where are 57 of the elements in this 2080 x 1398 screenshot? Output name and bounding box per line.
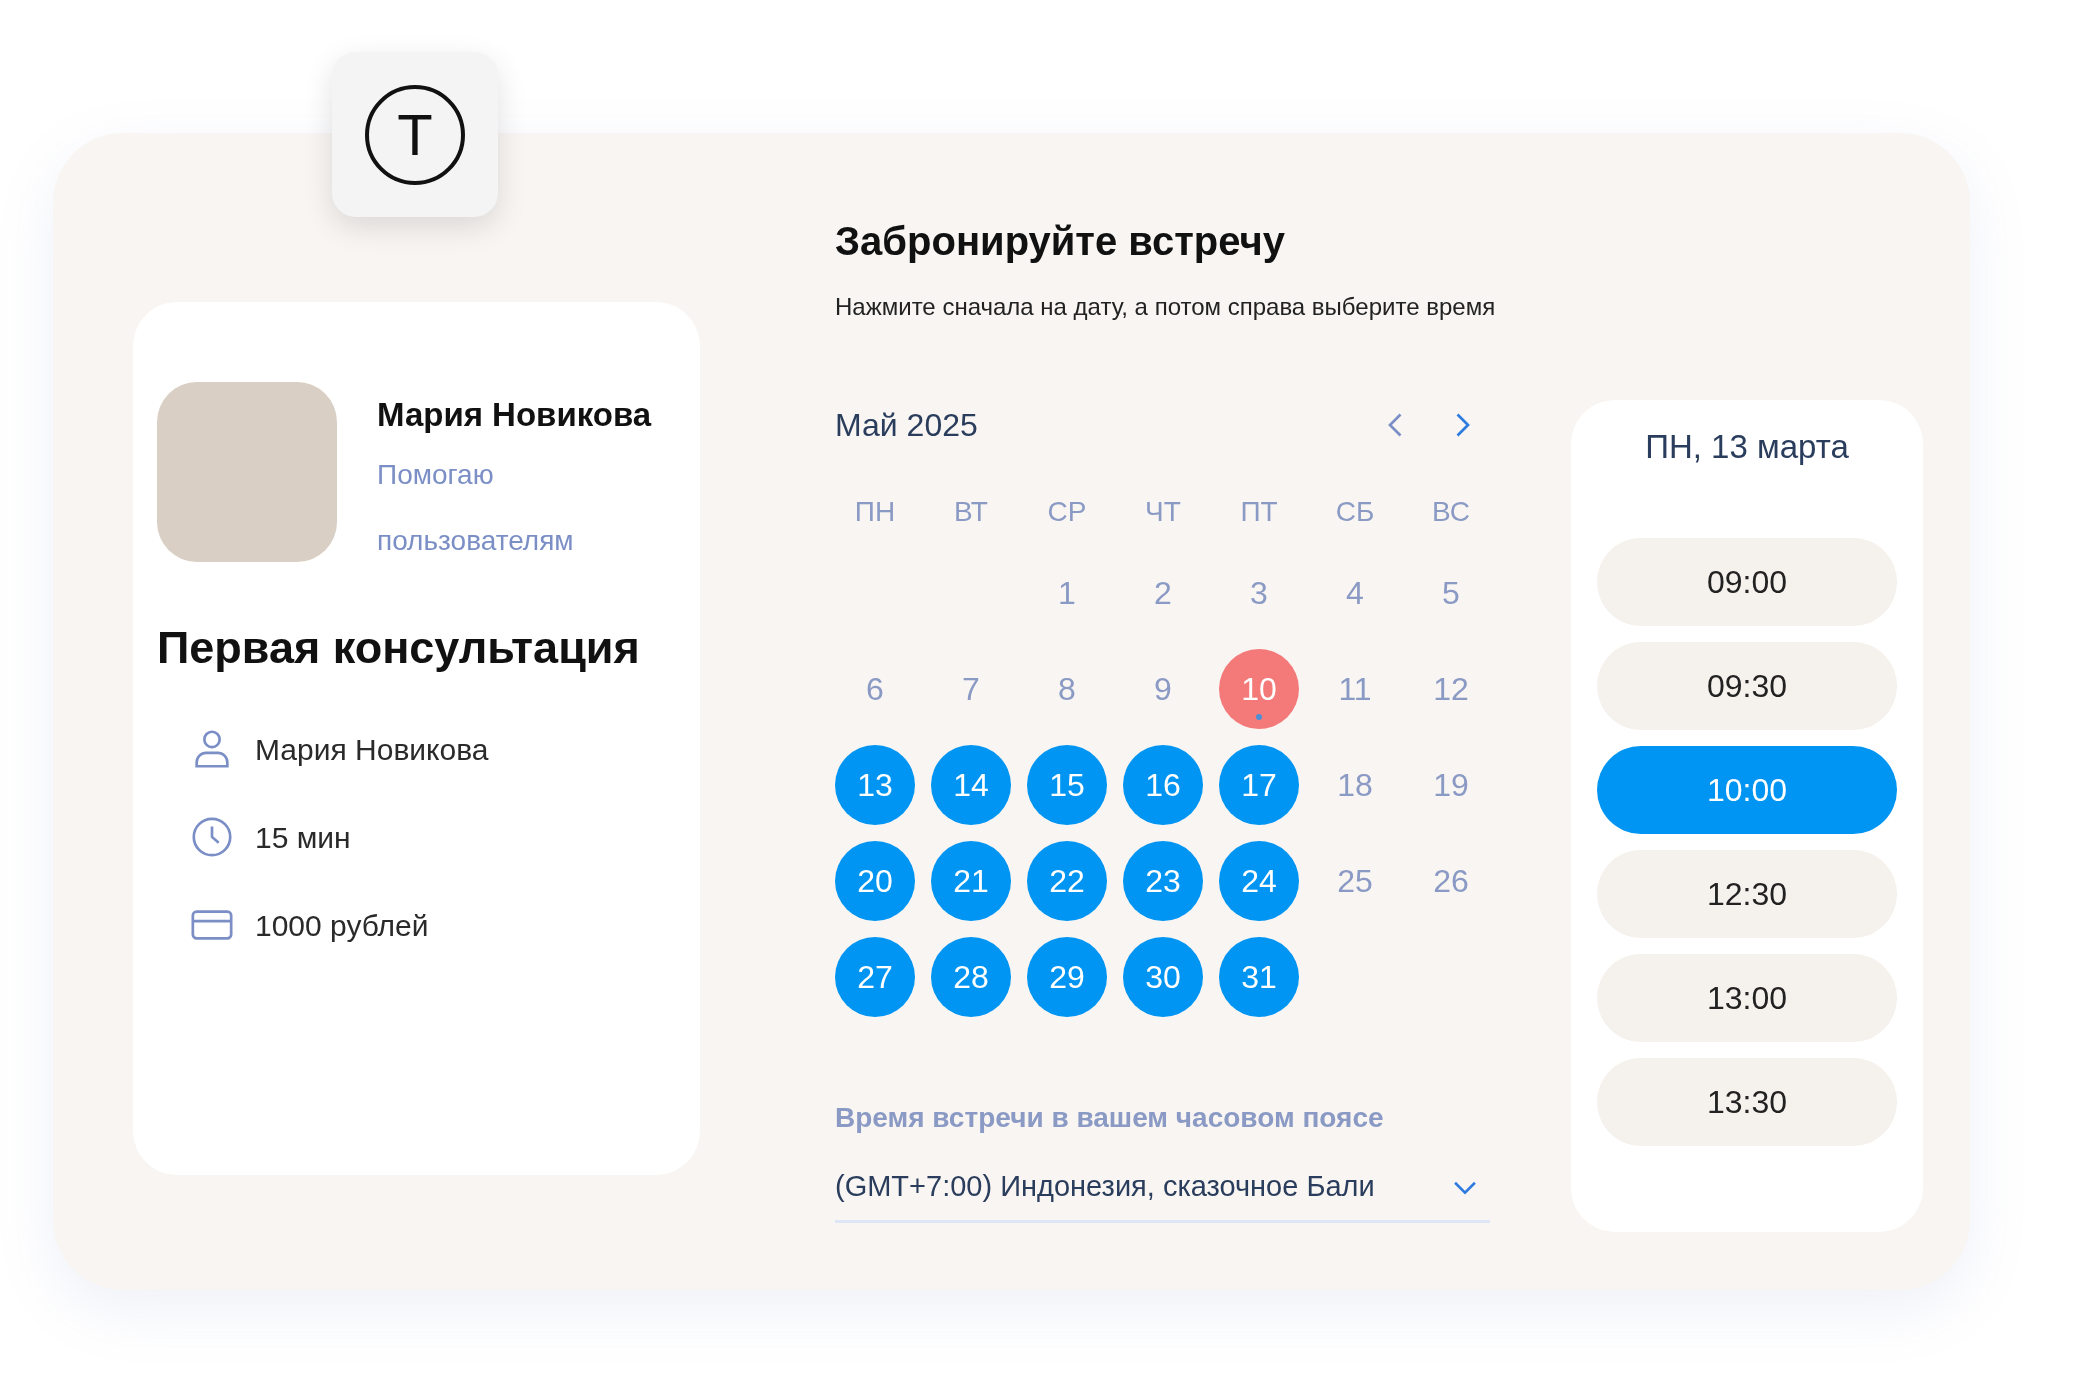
timezone-select[interactable]: (GMT+7:00) Индонезия, сказочное Бали [835,1153,1490,1223]
booking-title: Забронируйте встречу [835,218,1286,265]
time-slot[interactable]: 09:00 [1597,537,1897,626]
time-slot[interactable]: 12:30 [1597,849,1897,938]
profile-role: Помогаю пользователям [377,457,575,558]
calendar-day: 3 [1219,553,1299,633]
calendar-day[interactable]: 28 [931,937,1011,1017]
calendar-day[interactable]: 30 [1123,937,1203,1017]
calendar-day: 7 [931,649,1011,729]
calendar-day: 1 [1027,553,1107,633]
time-slot[interactable]: 13:00 [1597,953,1897,1042]
calendar-day[interactable]: 24 [1219,841,1299,921]
weekday-label: ВС [1432,495,1470,529]
time-slot[interactable]: 10:00 [1597,745,1897,834]
calendar-day: 2 [1123,553,1203,633]
detail-text: 15 мин [255,819,351,856]
weekday-label: ПТ [1240,495,1278,529]
calendar-day: 25 [1315,841,1395,921]
calendar-day[interactable]: 17 [1219,745,1299,825]
selected-date: ПН, 13 марта [1645,427,1849,467]
calendar-day: 9 [1123,649,1203,729]
weekday-label: ВТ [954,495,988,529]
calendar-day[interactable]: 23 [1123,841,1203,921]
calendar-day[interactable]: 14 [931,745,1011,825]
detail-text: Мария Новикова [255,731,489,768]
time-slot[interactable]: 13:30 [1597,1057,1897,1146]
weekday-label: ПН [854,495,896,529]
timezone-label: Время встречи в вашем часовом поясе [835,1101,1385,1135]
calendar-day: 18 [1315,745,1395,825]
profile-name: Мария Новикова [377,395,652,435]
today-day[interactable]: 10 [1219,649,1299,729]
weekday-label: СР [1047,495,1087,529]
logo-mark: Т [365,84,465,185]
calendar-day[interactable]: 21 [931,841,1011,921]
calendar-day[interactable]: 15 [1027,745,1107,825]
clock-icon [189,814,235,860]
calendar-day: 6 [835,649,915,729]
calendar-day: 11 [1315,649,1395,729]
calendar-day: 8 [1027,649,1107,729]
calendar-day[interactable]: 22 [1027,841,1107,921]
calendar-day[interactable]: 16 [1123,745,1203,825]
calendar-day[interactable]: 27 [835,937,915,1017]
calendar-day: 12 [1411,649,1491,729]
weekday-label: СБ [1335,495,1375,529]
calendar-day: 26 [1411,841,1491,921]
calendar-day: 4 [1315,553,1395,633]
calendar-day: 5 [1411,553,1491,633]
service-title: Первая консультация [157,620,641,675]
calendar-day: 19 [1411,745,1491,825]
weekday-label: ЧТ [1145,495,1181,529]
calendar-day[interactable]: 13 [835,745,915,825]
calendar-day[interactable]: 20 [835,841,915,921]
time-slot[interactable]: 09:30 [1597,641,1897,730]
detail-text: 1000 рублей [255,907,429,944]
month-label: Май 2025 [835,406,978,445]
calendar-day[interactable]: 31 [1219,937,1299,1017]
calendar-day[interactable]: 29 [1027,937,1107,1017]
